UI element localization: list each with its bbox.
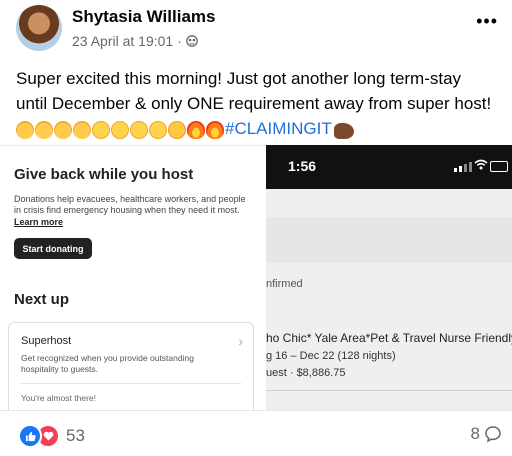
party-face-emoji: [73, 120, 91, 139]
learn-more-link: Learn more: [14, 217, 64, 227]
details-divider: [266, 390, 512, 391]
smiling-face-with-hearts-emoji: [168, 120, 186, 139]
party-face-emoji: [16, 120, 34, 139]
footer-divider: [0, 410, 512, 411]
pleading-face-emoji: [92, 120, 110, 139]
attached-image-left[interactable]: Give back while you host Donations help …: [0, 145, 266, 411]
superhost-progress-text: You're almost there!: [21, 393, 97, 403]
give-back-heading: Give back while you host: [14, 166, 194, 183]
wifi-icon: [474, 159, 488, 170]
fire-emoji: [187, 120, 205, 139]
comments-summary[interactable]: 8: [471, 424, 502, 444]
stay-dates: g 16 – Dec 22 (128 nights): [266, 350, 396, 362]
attached-image-right[interactable]: 1:56 nfirmed ho Chic* Yale Area*Pet & Tr…: [266, 145, 512, 410]
party-face-emoji: [54, 120, 72, 139]
next-up-heading: Next up: [14, 291, 70, 308]
flexed-biceps-emoji: [333, 122, 354, 139]
reactions-summary[interactable]: 53: [18, 424, 85, 448]
reservation-status: nfirmed: [266, 278, 303, 290]
author-name[interactable]: Shytasia Williams: [72, 7, 215, 27]
listing-title: ho Chic* Yale Area*Pet & Travel Nurse Fr…: [266, 331, 512, 345]
more-options-button[interactable]: •••: [476, 12, 498, 30]
pleading-face-emoji: [111, 120, 129, 139]
fire-emoji: [206, 120, 224, 139]
chevron-right-icon: ›: [238, 333, 243, 349]
party-face-emoji: [35, 120, 53, 139]
header-band: [266, 217, 512, 263]
post-text-line-2: until December & only ONE requirement aw…: [16, 94, 492, 113]
reaction-count[interactable]: 53: [66, 426, 85, 446]
signal-icon: [454, 162, 472, 172]
battery-icon: [490, 161, 508, 172]
phone-status-bar: 1:56: [266, 145, 512, 189]
comment-icon: [485, 426, 501, 443]
post-text: Super excited this morning! Just got ano…: [16, 66, 512, 141]
comment-count[interactable]: 8: [471, 424, 480, 444]
post-timestamp[interactable]: 23 April at 19:01: [72, 33, 173, 49]
audience-icon[interactable]: [186, 35, 198, 47]
card-divider: [21, 383, 241, 384]
post-text-line-1: Super excited this morning! Just got ano…: [16, 69, 462, 88]
guest-price: uest · $8,886.75: [266, 367, 346, 379]
give-back-description: Donations help evacuees, healthcare work…: [14, 194, 246, 215]
hashtag-link[interactable]: #CLAIMINGIT: [225, 116, 332, 141]
like-reaction-icon: [18, 424, 42, 448]
start-donating-button: Start donating: [14, 238, 92, 259]
phone-time: 1:56: [288, 158, 317, 174]
author-avatar[interactable]: [16, 5, 62, 51]
pleading-face-emoji: [130, 120, 148, 139]
emoji-row: #CLAIMINGIT: [16, 116, 512, 141]
superhost-card: Superhost › Get recognized when you prov…: [8, 322, 254, 411]
superhost-title: Superhost: [21, 335, 72, 347]
post-meta: 23 April at 19:01 ·: [72, 33, 198, 49]
meta-separator: ·: [177, 33, 182, 49]
pleading-face-emoji: [149, 120, 167, 139]
superhost-description: Get recognized when you provide outstand…: [21, 353, 194, 374]
